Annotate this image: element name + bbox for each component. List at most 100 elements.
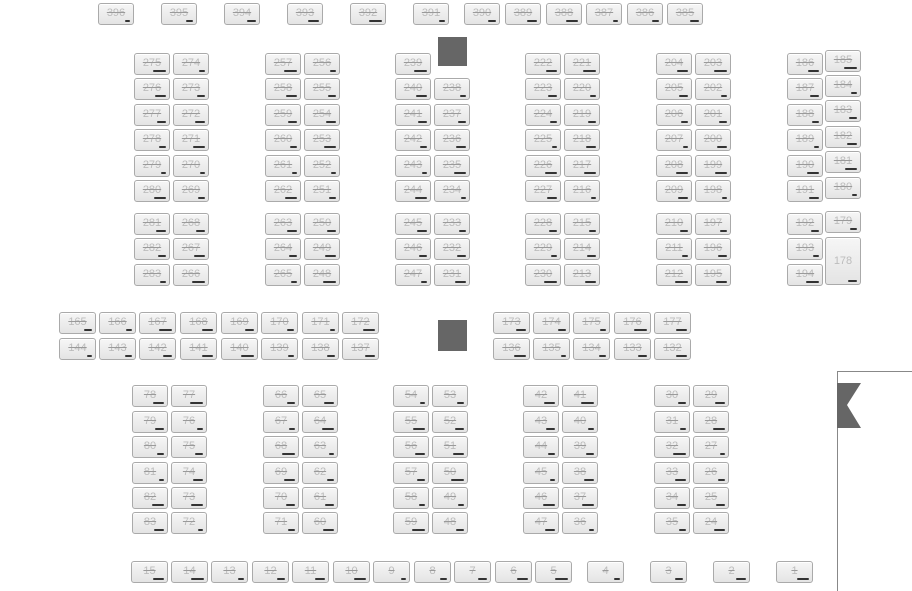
booth-281[interactable]: 281 (134, 213, 170, 235)
booth-76[interactable]: 76 (171, 411, 207, 433)
booth-165[interactable]: 165 (59, 312, 96, 334)
booth-255[interactable]: 255 (304, 78, 340, 100)
booth-51[interactable]: 51 (432, 436, 468, 458)
booth-253[interactable]: 253 (304, 129, 340, 151)
booth-141[interactable]: 141 (180, 338, 217, 360)
booth-9[interactable]: 9 (373, 561, 410, 583)
booth-199[interactable]: 199 (695, 155, 731, 177)
booth-276[interactable]: 276 (134, 78, 170, 100)
booth-53[interactable]: 53 (432, 385, 468, 407)
booth-191[interactable]: 191 (787, 180, 823, 202)
booth-259[interactable]: 259 (265, 104, 301, 126)
booth-82[interactable]: 82 (132, 487, 168, 509)
booth-137[interactable]: 137 (342, 338, 379, 360)
booth-27[interactable]: 27 (693, 436, 729, 458)
booth-206[interactable]: 206 (656, 104, 692, 126)
booth-192[interactable]: 192 (787, 213, 823, 235)
booth-227[interactable]: 227 (525, 180, 561, 202)
booth-267[interactable]: 267 (173, 238, 209, 260)
booth-67[interactable]: 67 (263, 411, 299, 433)
booth-213[interactable]: 213 (564, 264, 600, 286)
booth-43[interactable]: 43 (523, 411, 559, 433)
booth-239[interactable]: 239 (395, 53, 431, 75)
booth-386[interactable]: 386 (627, 3, 663, 25)
booth-262[interactable]: 262 (265, 180, 301, 202)
booth-263[interactable]: 263 (265, 213, 301, 235)
booth-194[interactable]: 194 (787, 264, 823, 286)
booth-203[interactable]: 203 (695, 53, 731, 75)
booth-71[interactable]: 71 (263, 512, 299, 534)
booth-204[interactable]: 204 (656, 53, 692, 75)
booth-252[interactable]: 252 (304, 155, 340, 177)
booth-26[interactable]: 26 (693, 462, 729, 484)
booth-201[interactable]: 201 (695, 104, 731, 126)
booth-282[interactable]: 282 (134, 238, 170, 260)
booth-202[interactable]: 202 (695, 78, 731, 100)
booth-224[interactable]: 224 (525, 104, 561, 126)
booth-229[interactable]: 229 (525, 238, 561, 260)
booth-83[interactable]: 83 (132, 512, 168, 534)
booth-261[interactable]: 261 (265, 155, 301, 177)
booth-68[interactable]: 68 (263, 436, 299, 458)
booth-142[interactable]: 142 (139, 338, 176, 360)
booth-246[interactable]: 246 (395, 238, 431, 260)
booth-33[interactable]: 33 (654, 462, 690, 484)
booth-233[interactable]: 233 (434, 213, 470, 235)
booth-218[interactable]: 218 (564, 129, 600, 151)
booth-170[interactable]: 170 (261, 312, 298, 334)
booth-189[interactable]: 189 (787, 129, 823, 151)
booth-48[interactable]: 48 (432, 512, 468, 534)
booth-395[interactable]: 395 (161, 3, 197, 25)
booth-269[interactable]: 269 (173, 180, 209, 202)
booth-274[interactable]: 274 (173, 53, 209, 75)
booth-390[interactable]: 390 (464, 3, 500, 25)
booth-77[interactable]: 77 (171, 385, 207, 407)
booth-183[interactable]: 183 (825, 100, 861, 122)
booth-182[interactable]: 182 (825, 126, 861, 148)
booth-232[interactable]: 232 (434, 238, 470, 260)
booth-13[interactable]: 13 (211, 561, 248, 583)
booth-133[interactable]: 133 (614, 338, 651, 360)
booth-140[interactable]: 140 (221, 338, 258, 360)
booth-168[interactable]: 168 (180, 312, 217, 334)
booth-265[interactable]: 265 (265, 264, 301, 286)
booth-195[interactable]: 195 (695, 264, 731, 286)
booth-385[interactable]: 385 (667, 3, 703, 25)
booth-180[interactable]: 180 (825, 177, 861, 199)
booth-235[interactable]: 235 (434, 155, 470, 177)
booth-387[interactable]: 387 (586, 3, 622, 25)
booth-185[interactable]: 185 (825, 50, 861, 72)
booth-212[interactable]: 212 (656, 264, 692, 286)
booth-81[interactable]: 81 (132, 462, 168, 484)
booth-190[interactable]: 190 (787, 155, 823, 177)
booth-200[interactable]: 200 (695, 129, 731, 151)
booth-136[interactable]: 136 (493, 338, 530, 360)
booth-31[interactable]: 31 (654, 411, 690, 433)
booth-254[interactable]: 254 (304, 104, 340, 126)
booth-73[interactable]: 73 (171, 487, 207, 509)
booth-256[interactable]: 256 (304, 53, 340, 75)
booth-220[interactable]: 220 (564, 78, 600, 100)
booth-7[interactable]: 7 (454, 561, 491, 583)
booth-388[interactable]: 388 (546, 3, 582, 25)
booth-264[interactable]: 264 (265, 238, 301, 260)
booth-237[interactable]: 237 (434, 104, 470, 126)
booth-242[interactable]: 242 (395, 129, 431, 151)
booth-250[interactable]: 250 (304, 213, 340, 235)
booth-257[interactable]: 257 (265, 53, 301, 75)
booth-240[interactable]: 240 (395, 78, 431, 100)
booth-396[interactable]: 396 (98, 3, 134, 25)
booth-65[interactable]: 65 (302, 385, 338, 407)
booth-198[interactable]: 198 (695, 180, 731, 202)
booth-187[interactable]: 187 (787, 78, 823, 100)
booth-186[interactable]: 186 (787, 53, 823, 75)
booth-47[interactable]: 47 (523, 512, 559, 534)
booth-4[interactable]: 4 (587, 561, 624, 583)
booth-78[interactable]: 78 (132, 385, 168, 407)
booth-214[interactable]: 214 (564, 238, 600, 260)
booth-247[interactable]: 247 (395, 264, 431, 286)
booth-135[interactable]: 135 (533, 338, 570, 360)
booth-14[interactable]: 14 (171, 561, 208, 583)
booth-173[interactable]: 173 (493, 312, 530, 334)
booth-49[interactable]: 49 (432, 487, 468, 509)
